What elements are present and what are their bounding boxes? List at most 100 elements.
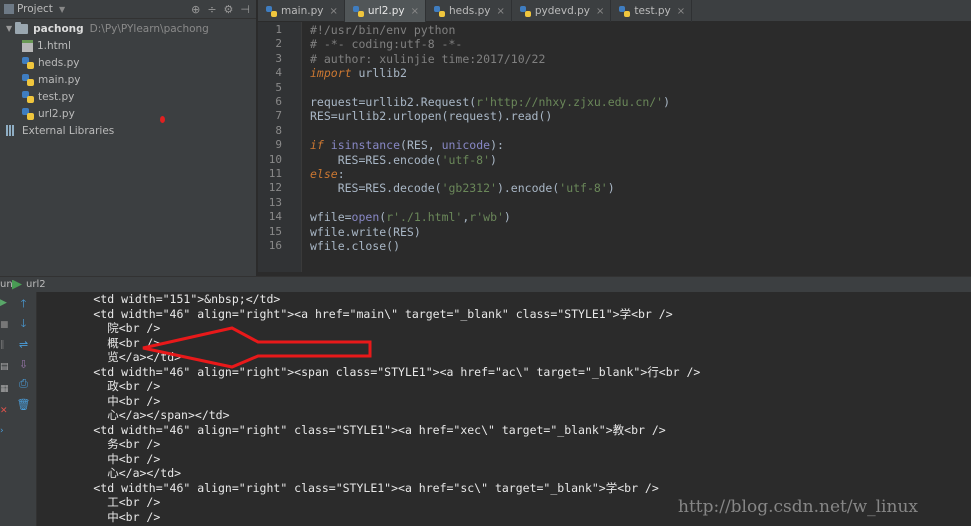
gear-icon[interactable]: ⚙ — [224, 3, 234, 16]
run-config-icon — [12, 279, 22, 290]
python-file-icon — [22, 107, 34, 120]
console-line: <td width="46" align="right"><a href="ma… — [38, 306, 673, 321]
code-line[interactable]: RES=urllib2.urlopen(request).read() — [310, 109, 552, 123]
python-file-icon — [434, 5, 446, 17]
scroll-from-source-icon[interactable]: ⊕ — [191, 3, 200, 16]
line-number: 13 — [268, 195, 282, 209]
line-number: 1 — [275, 23, 282, 36]
console-line: 中<br /> — [38, 393, 161, 408]
python-file-icon — [619, 5, 631, 17]
line-number: 11 — [268, 167, 282, 180]
project-view-icon[interactable] — [4, 4, 14, 14]
file-label: 1.html — [37, 39, 71, 52]
print-output-icon[interactable]: ⎙ — [17, 377, 30, 390]
tab-test-py[interactable]: test.py × — [611, 0, 693, 22]
file-label: main.py — [38, 73, 81, 86]
tree-item-heds-py[interactable]: heds.py — [22, 54, 79, 71]
tab-label: main.py — [281, 5, 324, 17]
console-line: 中<br /> — [38, 451, 161, 466]
console-line: 心</a></td> — [38, 466, 182, 480]
line-number: 2 — [275, 37, 282, 51]
code-editor[interactable]: 1 2 3 4 5 6 7 8 9 10 11 12 13 14 15 16 #!/usr/bin/env p… — [258, 22, 971, 272]
line-number: 14 — [268, 210, 282, 224]
run-label: un — [0, 279, 13, 290]
close-icon[interactable]: × — [411, 6, 419, 17]
rerun-icon[interactable]: ▶ — [0, 298, 8, 308]
tree-item-external-libraries[interactable]: External Libraries — [6, 122, 114, 139]
code-line[interactable]: if isinstance(RES, unicode): — [310, 138, 504, 152]
tree-item-main-py[interactable]: main.py — [22, 71, 80, 88]
run-side-toolbar: ▶ ■ ‖ ▤ ▦ ✕ › — [0, 292, 10, 526]
console-line: 中<br /> — [38, 509, 161, 524]
tree-item-test-py[interactable]: test.py — [22, 88, 74, 105]
code-line[interactable]: # -*- coding:utf-8 -*- — [310, 37, 462, 51]
help-icon[interactable]: › — [0, 426, 8, 436]
line-number: 8 — [275, 123, 282, 137]
watermark-text: http://blog.csdn.net/w_linux — [678, 497, 918, 517]
collapse-all-icon[interactable]: ÷ — [207, 3, 216, 16]
close-icon[interactable]: × — [329, 6, 337, 17]
chevron-down-icon[interactable]: ▼ — [59, 5, 65, 14]
scroll-to-end-icon[interactable]: ⇩ — [17, 358, 30, 371]
run-config-name[interactable]: url2 — [26, 279, 46, 290]
restore-layout-icon[interactable]: ▤ — [0, 362, 9, 372]
python-file-icon — [519, 5, 531, 17]
tree-item-1-html[interactable]: 1.html — [22, 37, 71, 54]
code-line[interactable]: RES=RES.decode('gb2312').encode('utf-8') — [310, 181, 615, 195]
tree-root-pachong[interactable]: ▼ pachong D:\Py\PYlearn\pachong — [6, 20, 209, 37]
line-number: 9 — [275, 138, 282, 152]
tab-pydevd-py[interactable]: pydevd.py × — [512, 0, 612, 22]
tab-main-py[interactable]: main.py × — [258, 0, 345, 22]
close-icon[interactable]: × — [596, 6, 604, 17]
line-number: 3 — [275, 51, 282, 65]
run-toolbar: 🡑 🡓 ⇌ ⇩ ⎙ 🗑 — [10, 292, 37, 526]
soft-wrap-icon[interactable]: ⇌ — [17, 338, 30, 351]
close-icon[interactable]: × — [497, 6, 505, 17]
stop-icon[interactable]: ■ — [0, 320, 9, 330]
run-panel-header: un url2 — [0, 276, 971, 292]
line-number-gutter: 1 2 3 4 5 6 7 8 9 10 11 12 13 14 15 16 — [258, 22, 302, 272]
close-icon[interactable]: × — [677, 6, 685, 17]
console-line: <td width="151">&nbsp;</td> — [38, 292, 281, 306]
code-line[interactable]: import urllib2 — [310, 66, 407, 80]
line-number: 12 — [268, 181, 282, 195]
line-number: 16 — [268, 239, 282, 252]
root-folder-path: D:\Py\PYlearn\pachong — [89, 22, 209, 35]
line-number: 7 — [275, 109, 282, 123]
console-line: <td width="46" align="right" class="STYL… — [38, 422, 666, 437]
tab-label: test.py — [634, 5, 671, 17]
code-line[interactable]: wfile.write(RES) — [310, 225, 421, 239]
project-header: Project ▼ ⊕ ÷ ⚙ ⊣ — [0, 0, 256, 19]
console-line: <td width="46" align="right" class="STYL… — [38, 480, 659, 495]
code-line[interactable]: RES=RES.encode('utf-8') — [310, 153, 497, 167]
line-number: 6 — [275, 95, 282, 108]
console-line: 政<br /> — [38, 379, 161, 393]
project-title[interactable]: Project — [17, 3, 53, 15]
hide-icon[interactable]: ⊣ — [240, 3, 250, 16]
line-number: 5 — [275, 80, 282, 94]
close-run-icon[interactable]: ✕ — [0, 406, 8, 416]
down-arrow-icon[interactable]: 🡓 — [17, 317, 30, 330]
code-line[interactable]: request=urllib2.Request(r'http://nhxy.zj… — [310, 95, 670, 109]
code-line[interactable]: # author: xulinjie time:2017/10/22 — [310, 52, 545, 66]
tree-item-url2-py[interactable]: url2.py — [22, 105, 75, 122]
print-icon[interactable]: ▦ — [0, 384, 9, 394]
line-number: 4 — [275, 66, 282, 80]
tab-label: pydevd.py — [534, 5, 590, 17]
trash-icon[interactable]: 🗑 — [17, 398, 31, 411]
console-line: 务<br /> — [38, 437, 161, 451]
code-line[interactable]: else: — [310, 167, 345, 181]
expand-arrow-icon[interactable]: ▼ — [6, 24, 12, 33]
python-file-icon — [266, 5, 277, 17]
python-file-icon — [352, 5, 364, 17]
tab-label: url2.py — [367, 5, 405, 17]
file-label: test.py — [38, 90, 75, 103]
tab-url2-py[interactable]: url2.py × — [344, 0, 427, 22]
code-line[interactable]: wfile=open(r'./1.html',r'wb') — [310, 210, 511, 224]
code-line[interactable]: wfile.close() — [310, 239, 400, 253]
code-line[interactable]: #!/usr/bin/env python — [310, 23, 455, 37]
python-file-icon — [22, 73, 34, 86]
tab-heds-py[interactable]: heds.py × — [426, 0, 512, 22]
pause-icon[interactable]: ‖ — [0, 340, 8, 350]
up-arrow-icon[interactable]: 🡑 — [17, 297, 30, 310]
